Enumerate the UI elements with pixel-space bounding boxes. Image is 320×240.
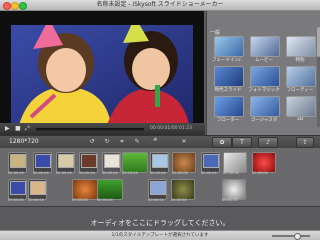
effect-label-8: 3D [296,117,304,122]
clip-8-caption: 00:00:04 [172,171,188,175]
effect-thumb-4[interactable] [250,66,280,87]
clip-17[interactable] [171,179,195,200]
clip-3-caption: 00:00:04 [56,171,72,175]
zoom-slider[interactable] [272,233,310,240]
clip-2[interactable] [33,152,52,173]
effect-thumb-1[interactable] [250,36,280,57]
clip-14-caption: 00:00:04 [72,198,88,202]
effect-label-1: ムービー [255,58,273,63]
effect-thumb-2[interactable] [286,36,316,57]
effect-label-4: フォトマジック [248,88,280,93]
clip-9-caption: 00:00:04 [201,171,217,175]
clip-16-caption: 00:00:04 [148,198,164,202]
clip-1-caption: 00:00:04 [8,171,24,175]
rotate-left-icon[interactable]: ↺ [86,138,98,146]
clip-13[interactable] [28,179,47,200]
effect-thumb-8[interactable] [286,96,316,117]
export-button[interactable]: ⇪ [296,137,314,148]
clip-9[interactable] [201,152,220,173]
clip-10-caption: 00:00:04 [223,171,239,175]
clip-11[interactable] [252,152,276,173]
audio-drop-area[interactable]: オーディオをここにドラッグしてください。 [0,206,320,231]
clip-18[interactable] [222,179,246,200]
effect-thumb-0[interactable] [214,36,244,57]
preview-area [0,11,204,125]
clip-4[interactable] [79,152,98,173]
effect-label-0: フェードイン/… [212,58,244,63]
clip-6-caption: 00:00:04 [122,171,138,175]
status-bar: 1/1のスタイルテンプレートが選択されています [0,230,320,240]
children-photo-image [11,25,193,125]
effect-thumb-7[interactable] [250,96,280,117]
effect-label-3: 時代スライド [214,88,242,93]
clip-11-caption: 00:00:04 [252,171,268,175]
toolbar-strip: 1280*720 ↺ ↻ ⌗ ✎ 🎤 ✕ ✿ T ♪ ⇪ [0,135,320,149]
clip-1[interactable] [8,152,27,173]
playback-timecode: 00:00:01/00:01:23 [150,126,192,131]
timeline: 00:00:04 00:00:04 00:00:04 00:00:04 00:0… [0,148,320,206]
clip-7[interactable] [150,152,169,173]
microphone-icon[interactable]: 🎤 [148,138,160,146]
text-button[interactable]: T [232,137,252,148]
play-icon[interactable]: ▶ [5,125,10,133]
effect-label-5: フローティー [286,88,314,93]
effect-thumb-5[interactable] [286,66,316,87]
clip-16[interactable] [148,179,167,200]
clip-7-caption: 00:00:04 [150,171,166,175]
delete-icon[interactable]: ✕ [178,138,190,146]
effects-panel: 一般 フェードイン/… ムービー 特別 時代スライド フォトマジック フローティ… [206,11,320,135]
title-bar: 名称未設定 - iSkysoft スライドショーメーカー [0,0,320,11]
zoom-slider-knob[interactable] [294,233,301,240]
rotate-right-icon[interactable]: ↻ [101,138,113,146]
clip-4-caption: 00:00:04 [79,171,95,175]
window-title: 名称未設定 - iSkysoft スライドショーメーカー [96,1,224,8]
fullscreen-icon[interactable]: ⤢ [25,125,30,133]
music-button[interactable]: ♪ [258,137,278,148]
clip-17-caption: 00:00:04 [171,198,187,202]
clip-12-caption: 00:00:04 [8,198,24,202]
stop-icon[interactable]: ■ [15,125,21,133]
clip-15-caption: 00:00:04 [97,198,113,202]
clip-10[interactable] [223,152,247,173]
clip-5[interactable] [102,152,121,173]
preview-photo [11,25,193,125]
effect-thumb-6[interactable] [214,96,244,117]
clip-12[interactable] [8,179,27,200]
clip-8[interactable] [172,152,196,173]
effect-label-2: 特別 [295,58,305,63]
edit-icon[interactable]: ✎ [131,138,143,146]
clip-5-caption: 00:00:04 [102,171,118,175]
effect-label-7: ゴージャスタ [250,118,278,123]
playback-scrubber[interactable] [36,128,144,131]
playback-controls: ▶ ■ ⤢ 00:00:01/00:01:23 [0,123,205,135]
effect-label-6: フローター [216,118,240,123]
theme-button[interactable]: ✿ [212,137,232,148]
clip-3[interactable] [56,152,75,173]
clip-18-caption: 00:00:04 [222,198,238,202]
clip-2-caption: 00:00:04 [33,171,49,175]
effects-category-label: 一般 [210,30,221,36]
effect-thumb-3[interactable] [214,66,244,87]
app-window: 名称未設定 - iSkysoft スライドショーメーカー 一般 フェードイン/…… [0,0,320,240]
clip-15[interactable] [97,179,123,200]
clip-6[interactable] [122,152,148,173]
clip-14[interactable] [72,179,98,200]
crop-icon[interactable]: ⌗ [116,138,128,146]
clip-13-caption: 00:00:04 [28,198,44,202]
audio-drop-placeholder: オーディオをここにドラッグしてください。 [90,219,230,227]
resolution-label: 1280*720 [9,138,39,145]
